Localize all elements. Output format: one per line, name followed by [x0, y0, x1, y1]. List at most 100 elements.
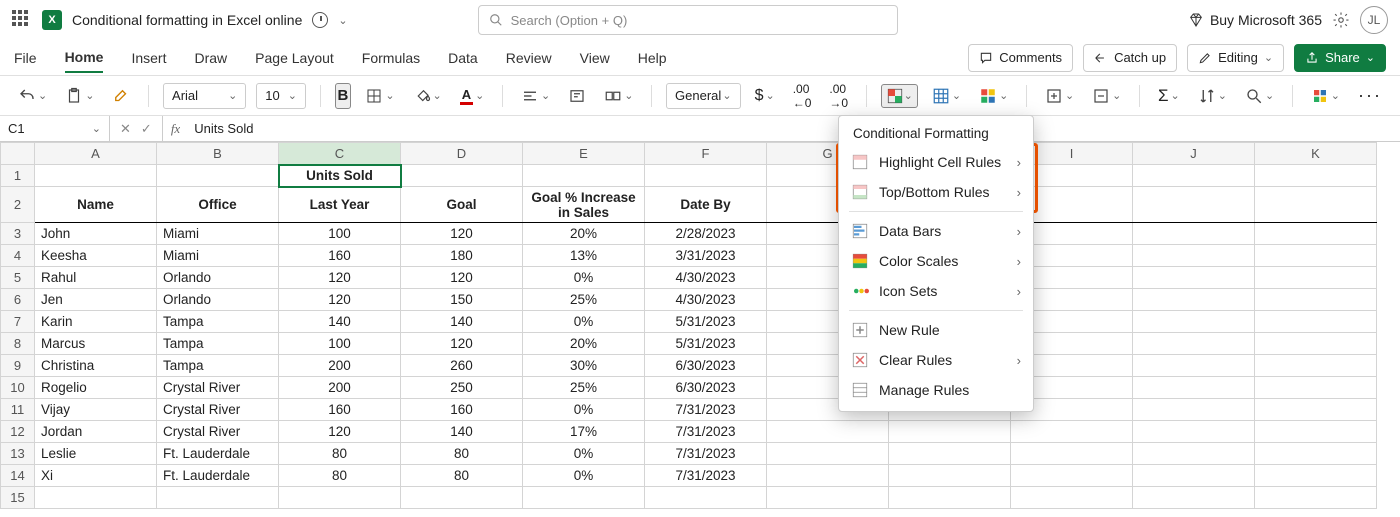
- cell-F1[interactable]: [645, 165, 767, 187]
- cell-C3[interactable]: 100: [279, 223, 401, 245]
- cell-G13[interactable]: [767, 443, 889, 465]
- more-button[interactable]: ···: [1354, 82, 1386, 109]
- cell-C5[interactable]: 120: [279, 267, 401, 289]
- font-name-select[interactable]: Arial⌄: [163, 83, 246, 109]
- row-header-14[interactable]: 14: [1, 465, 35, 487]
- cell-K9[interactable]: [1255, 355, 1377, 377]
- cell-E1[interactable]: [523, 165, 645, 187]
- fill-color-button[interactable]: ⌄: [409, 84, 446, 108]
- row-header-8[interactable]: 8: [1, 333, 35, 355]
- share-button[interactable]: Share ⌄: [1294, 44, 1386, 72]
- cell-D5[interactable]: 120: [401, 267, 523, 289]
- cell-C7[interactable]: 140: [279, 311, 401, 333]
- cell-B2[interactable]: Office: [157, 187, 279, 223]
- bold-button[interactable]: B: [335, 83, 352, 109]
- catchup-button[interactable]: Catch up: [1083, 44, 1177, 72]
- cell-D7[interactable]: 140: [401, 311, 523, 333]
- insert-cells-button[interactable]: ⌄: [1041, 84, 1078, 108]
- menu-item-highlight-cell-rules[interactable]: Highlight Cell Rules›: [839, 147, 1033, 177]
- cell-D2[interactable]: Goal: [401, 187, 523, 223]
- cell-F5[interactable]: 4/30/2023: [645, 267, 767, 289]
- cell-F14[interactable]: 7/31/2023: [645, 465, 767, 487]
- cell-D15[interactable]: [401, 487, 523, 509]
- settings-icon[interactable]: [1332, 11, 1350, 29]
- align-button[interactable]: ⌄: [517, 84, 554, 108]
- cell-B4[interactable]: Miami: [157, 245, 279, 267]
- addins-button[interactable]: ⌄: [1307, 84, 1344, 108]
- currency-button[interactable]: $⌄: [751, 84, 779, 108]
- row-header-7[interactable]: 7: [1, 311, 35, 333]
- formula-value[interactable]: Units Sold: [188, 121, 259, 136]
- cell-A8[interactable]: Marcus: [35, 333, 157, 355]
- cell-D11[interactable]: 160: [401, 399, 523, 421]
- cell-J2[interactable]: [1133, 187, 1255, 223]
- row-header-10[interactable]: 10: [1, 377, 35, 399]
- row-header-1[interactable]: 1: [1, 165, 35, 187]
- cell-D13[interactable]: 80: [401, 443, 523, 465]
- document-title[interactable]: Conditional formatting in Excel online: [72, 12, 302, 28]
- row-header-15[interactable]: 15: [1, 487, 35, 509]
- menu-file[interactable]: File: [14, 44, 37, 72]
- cell-B12[interactable]: Crystal River: [157, 421, 279, 443]
- cell-A15[interactable]: [35, 487, 157, 509]
- cell-J12[interactable]: [1133, 421, 1255, 443]
- cell-H13[interactable]: [889, 443, 1011, 465]
- cell-J15[interactable]: [1133, 487, 1255, 509]
- row-header-13[interactable]: 13: [1, 443, 35, 465]
- cell-F6[interactable]: 4/30/2023: [645, 289, 767, 311]
- row-header-6[interactable]: 6: [1, 289, 35, 311]
- col-header-E[interactable]: E: [523, 143, 645, 165]
- cell-A7[interactable]: Karin: [35, 311, 157, 333]
- cell-D4[interactable]: 180: [401, 245, 523, 267]
- menu-draw[interactable]: Draw: [194, 44, 227, 72]
- cell-J14[interactable]: [1133, 465, 1255, 487]
- cell-B1[interactable]: [157, 165, 279, 187]
- cell-K13[interactable]: [1255, 443, 1377, 465]
- cell-J1[interactable]: [1133, 165, 1255, 187]
- cell-A5[interactable]: Rahul: [35, 267, 157, 289]
- cell-K8[interactable]: [1255, 333, 1377, 355]
- comments-button[interactable]: Comments: [968, 44, 1073, 72]
- cell-B15[interactable]: [157, 487, 279, 509]
- menu-formulas[interactable]: Formulas: [362, 44, 420, 72]
- cell-H15[interactable]: [889, 487, 1011, 509]
- cell-G12[interactable]: [767, 421, 889, 443]
- cell-E6[interactable]: 25%: [523, 289, 645, 311]
- cell-F12[interactable]: 7/31/2023: [645, 421, 767, 443]
- wrap-text-button[interactable]: [564, 84, 590, 108]
- cell-A10[interactable]: Rogelio: [35, 377, 157, 399]
- cell-A13[interactable]: Leslie: [35, 443, 157, 465]
- cell-A6[interactable]: Jen: [35, 289, 157, 311]
- cell-K6[interactable]: [1255, 289, 1377, 311]
- cell-A14[interactable]: Xi: [35, 465, 157, 487]
- cell-E8[interactable]: 20%: [523, 333, 645, 355]
- menu-review[interactable]: Review: [506, 44, 552, 72]
- row-header-11[interactable]: 11: [1, 399, 35, 421]
- cell-K7[interactable]: [1255, 311, 1377, 333]
- col-header-D[interactable]: D: [401, 143, 523, 165]
- cell-D8[interactable]: 120: [401, 333, 523, 355]
- cell-D1[interactable]: [401, 165, 523, 187]
- menu-item-new-rule[interactable]: New Rule: [839, 315, 1033, 345]
- cell-F9[interactable]: 6/30/2023: [645, 355, 767, 377]
- menu-item-icon-sets[interactable]: Icon Sets›: [839, 276, 1033, 306]
- cell-C14[interactable]: 80: [279, 465, 401, 487]
- editing-mode-button[interactable]: Editing ⌄: [1187, 44, 1284, 72]
- cell-F15[interactable]: [645, 487, 767, 509]
- menu-item-top-bottom-rules[interactable]: Top/Bottom Rules›: [839, 177, 1033, 207]
- row-header-3[interactable]: 3: [1, 223, 35, 245]
- cell-A12[interactable]: Jordan: [35, 421, 157, 443]
- autosum-button[interactable]: Σ⌄: [1154, 83, 1184, 109]
- merge-button[interactable]: ⌄: [600, 84, 637, 108]
- cell-J3[interactable]: [1133, 223, 1255, 245]
- cell-A3[interactable]: John: [35, 223, 157, 245]
- fx-icon[interactable]: fx: [163, 121, 188, 137]
- cell-C8[interactable]: 100: [279, 333, 401, 355]
- col-header-A[interactable]: A: [35, 143, 157, 165]
- cell-D3[interactable]: 120: [401, 223, 523, 245]
- cell-B10[interactable]: Crystal River: [157, 377, 279, 399]
- cell-K10[interactable]: [1255, 377, 1377, 399]
- cell-A2[interactable]: Name: [35, 187, 157, 223]
- menu-data[interactable]: Data: [448, 44, 478, 72]
- cell-J5[interactable]: [1133, 267, 1255, 289]
